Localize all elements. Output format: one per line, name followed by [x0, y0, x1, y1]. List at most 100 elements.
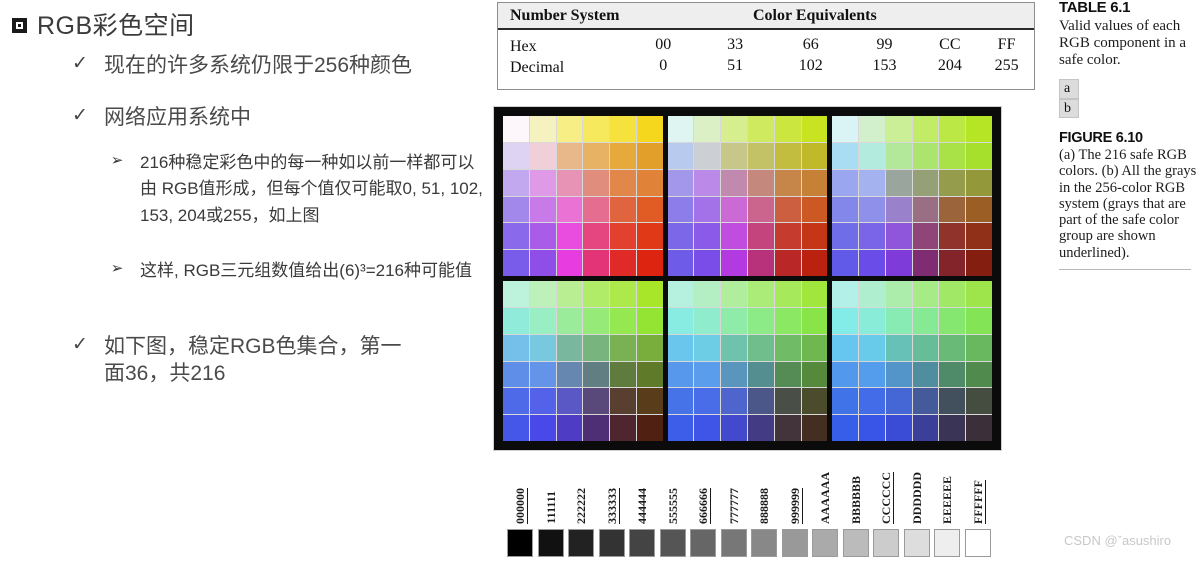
- color-swatch: [583, 142, 610, 169]
- color-swatch: [774, 223, 801, 250]
- color-swatch: [912, 142, 939, 169]
- color-swatch: [667, 250, 694, 276]
- color-swatch: [503, 388, 529, 415]
- table-cell: 0: [659, 57, 668, 74]
- grayscale-swatch: [536, 528, 567, 558]
- color-swatch: [885, 116, 912, 142]
- grayscale-labels: 000000 111111 222222 333333 444444 555555 6666…: [505, 462, 997, 524]
- color-swatch: [503, 361, 529, 388]
- arrow-bullet-icon: ➢: [110, 152, 124, 169]
- color-swatch: [529, 281, 556, 307]
- color-swatch: [556, 334, 583, 361]
- color-swatch: [912, 116, 939, 142]
- table-cell: 99: [876, 36, 893, 53]
- color-swatch: [583, 169, 610, 196]
- color-swatch: [912, 281, 939, 307]
- ab-key-a: a: [1059, 79, 1079, 99]
- grayscale-label: FFFFFF: [970, 480, 985, 524]
- color-equivalents-table: Number System Color Equivalents Hex 00 3…: [497, 2, 1035, 90]
- color-swatch: [912, 196, 939, 223]
- color-swatch: [583, 223, 610, 250]
- color-swatch: [748, 334, 774, 361]
- color-swatch: [774, 169, 801, 196]
- color-swatch: [774, 250, 801, 276]
- color-swatch: [801, 169, 828, 196]
- grayscale-label: 000000: [513, 488, 528, 524]
- color-swatch: [859, 116, 885, 142]
- grayscale-swatch: [963, 528, 994, 558]
- color-swatch: [748, 116, 774, 142]
- bullet-level1-2: ✓ 网络应用系统中: [70, 104, 251, 131]
- color-swatch: [556, 307, 583, 334]
- color-swatch: [748, 361, 774, 388]
- color-swatch: [774, 196, 801, 223]
- color-swatch: [503, 223, 529, 250]
- page-title-text: RGB彩色空间: [37, 12, 195, 40]
- grayscale-swatch: [810, 528, 841, 558]
- color-swatch: [583, 415, 610, 441]
- color-swatch: [503, 196, 529, 223]
- color-swatch: [801, 281, 828, 307]
- color-swatch: [859, 169, 885, 196]
- bullet-level1-3-text: 如下图，稳定RGB色集合，第一面36，共216: [104, 335, 402, 386]
- color-swatch: [832, 307, 859, 334]
- color-swatch: [801, 334, 828, 361]
- color-swatch: [610, 388, 636, 415]
- color-swatch: [966, 142, 993, 169]
- color-swatch: [610, 334, 636, 361]
- color-swatch: [801, 223, 828, 250]
- color-swatch: [583, 334, 610, 361]
- color-swatch: [912, 334, 939, 361]
- color-swatch: [748, 281, 774, 307]
- color-swatch: [636, 169, 663, 196]
- table-cell: 00: [655, 36, 672, 53]
- color-swatch: [636, 361, 663, 388]
- color-swatch: [694, 142, 721, 169]
- color-swatch: [966, 116, 993, 142]
- square-bullet-icon: [12, 17, 27, 33]
- color-swatch: [774, 415, 801, 441]
- table-caption-body: Valid values of each RGB component in a …: [1059, 17, 1187, 69]
- color-swatch: [556, 142, 583, 169]
- color-swatch: [721, 307, 747, 334]
- color-swatch: [694, 334, 721, 361]
- grayscale-label: 333333: [604, 488, 619, 524]
- grayscale-swatch: [780, 528, 811, 558]
- table-row: Hex 00 33 66 99 CC FF: [498, 36, 1034, 57]
- color-swatch: [529, 116, 556, 142]
- color-block-5: [832, 281, 993, 441]
- grayscale-label: 444444: [635, 488, 650, 524]
- grayscale-swatch: [505, 528, 536, 558]
- grayscale-label: 666666: [696, 488, 711, 524]
- color-swatch: [939, 281, 966, 307]
- bullet-level1-1-text: 现在的许多系统仍限于256种颜色: [104, 54, 413, 77]
- grayscale-label: EEEEEE: [940, 475, 955, 524]
- color-swatch: [694, 223, 721, 250]
- color-swatch: [667, 307, 694, 334]
- grayscale-label: 999999: [787, 488, 802, 524]
- color-swatch: [885, 196, 912, 223]
- color-block-3: [503, 281, 663, 441]
- color-swatch: [667, 334, 694, 361]
- table-header-color-equivalents: Color Equivalents: [753, 6, 877, 24]
- color-swatch: [966, 223, 993, 250]
- color-swatch: [801, 142, 828, 169]
- color-swatch: [556, 361, 583, 388]
- color-swatch: [503, 169, 529, 196]
- color-block-1: [667, 116, 828, 276]
- color-swatch: [748, 169, 774, 196]
- color-grid-row-bottom: [503, 281, 993, 441]
- color-swatch: [636, 250, 663, 276]
- color-swatch: [636, 142, 663, 169]
- grayscale-label: 111111: [543, 491, 558, 524]
- grayscale-label: 222222: [574, 488, 589, 524]
- color-swatch: [503, 307, 529, 334]
- color-swatch: [583, 116, 610, 142]
- page-title: RGB彩色空间: [12, 6, 195, 42]
- color-swatch: [503, 250, 529, 276]
- color-swatch: [939, 307, 966, 334]
- color-swatch: [885, 388, 912, 415]
- color-swatch: [832, 196, 859, 223]
- color-swatch: [503, 142, 529, 169]
- color-swatch: [885, 281, 912, 307]
